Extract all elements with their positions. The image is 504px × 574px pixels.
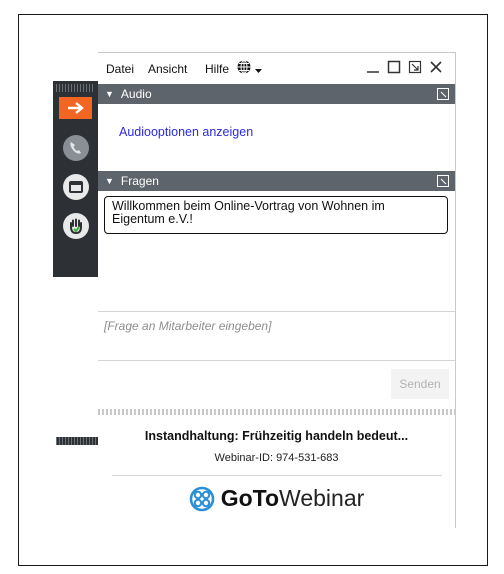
collapse-triangle-icon: ▼ <box>105 176 114 186</box>
arrow-right-icon <box>67 102 84 114</box>
raise-hand-button[interactable] <box>59 209 92 242</box>
welcome-message: Willkommen beim Online-Vortrag von Wohne… <box>104 196 448 234</box>
menu-bar: Datei Ansicht Hilfe <box>98 53 455 83</box>
phone-icon <box>69 141 81 154</box>
menu-hilfe[interactable]: Hilfe <box>205 62 229 76</box>
popout-button[interactable] <box>408 60 422 78</box>
globe-icon <box>237 60 251 74</box>
hand-icon <box>69 218 82 234</box>
minimize-button[interactable] <box>366 60 380 78</box>
strip-grip-bottom[interactable] <box>56 437 101 445</box>
screen-button[interactable] <box>59 170 92 203</box>
goto-logo-icon <box>189 486 215 511</box>
webinar-info: Instandhaltung: Frühzeitig handeln bedeu… <box>98 409 455 529</box>
brand-goto: GoTo <box>220 485 280 511</box>
control-strip <box>53 81 101 445</box>
audio-options-link[interactable]: Audiooptionen anzeigen <box>119 125 253 139</box>
popout-icon <box>408 60 422 74</box>
strip-grip-top[interactable] <box>56 84 95 92</box>
window-icon <box>68 180 83 193</box>
collapse-triangle-icon: ▼ <box>105 89 114 99</box>
gotowebinar-logo: GoToWebinar <box>98 485 455 512</box>
language-dropdown[interactable] <box>236 59 263 78</box>
webinar-title: Instandhaltung: Frühzeitig handeln bedeu… <box>144 429 409 443</box>
maximize-icon <box>387 60 401 74</box>
question-input[interactable]: [Frage an Mitarbeiter eingeben] <box>104 319 271 333</box>
audio-button[interactable] <box>59 131 92 164</box>
divider <box>98 360 455 361</box>
maximize-button[interactable] <box>387 60 401 78</box>
minimize-icon <box>367 71 379 73</box>
audio-section-header[interactable]: ▼ Audio <box>98 84 455 104</box>
divider <box>98 311 455 312</box>
webinar-panel: Datei Ansicht Hilfe ▼ Audio Audiooptione… <box>98 52 456 529</box>
questions-popout-icon[interactable] <box>437 175 449 187</box>
chevron-down-icon <box>255 69 263 74</box>
menu-datei[interactable]: Datei <box>106 62 134 76</box>
send-button[interactable]: Senden <box>391 369 449 399</box>
webinar-id: Webinar-ID: 974-531-683 <box>214 452 339 464</box>
collapse-panel-button[interactable] <box>59 97 92 119</box>
questions-section-header[interactable]: ▼ Fragen <box>98 171 455 191</box>
audio-popout-icon[interactable] <box>437 88 449 100</box>
menu-ansicht[interactable]: Ansicht <box>148 62 187 76</box>
audio-header-label: Audio <box>120 87 152 101</box>
resize-grip[interactable] <box>98 409 455 415</box>
questions-header-label: Fragen <box>120 174 159 188</box>
close-icon <box>430 61 442 73</box>
divider <box>112 475 442 476</box>
brand-webinar: Webinar <box>279 485 365 511</box>
close-button[interactable] <box>429 60 443 78</box>
